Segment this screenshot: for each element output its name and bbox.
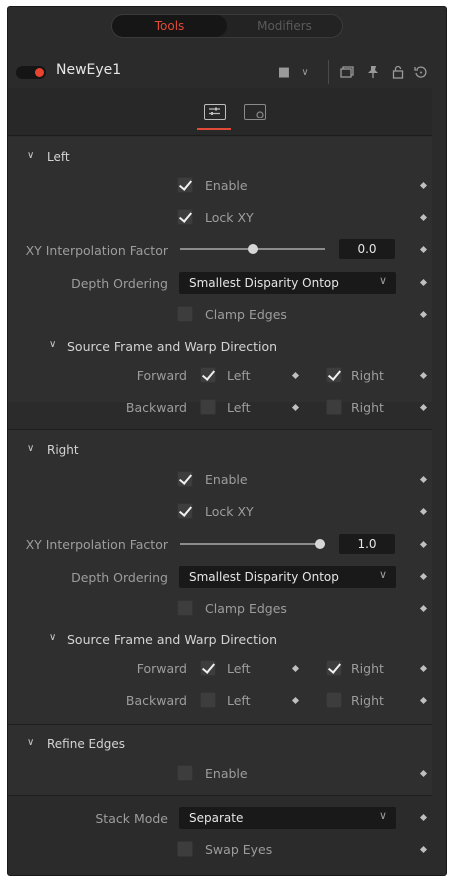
right-clamp-checkbox[interactable] [177,600,193,616]
left-section [8,137,432,402]
right-xy-label: XY Interpolation Factor [25,537,168,552]
left-clamp-checkbox[interactable] [177,306,193,322]
refine-enable-checkbox[interactable] [177,765,193,781]
chevron-down-icon[interactable]: ∨ [49,632,56,643]
right-forward-left-checkbox[interactable] [200,660,216,676]
right-xy-slider[interactable] [180,543,325,545]
active-subtab-indicator [197,128,231,130]
left-forward-left-label: Left [227,368,251,383]
left-lockxy-label: Lock XY [205,210,254,225]
right-enable-label: Enable [205,472,248,487]
right-lockxy-checkbox[interactable] [177,503,193,519]
chevron-down-icon[interactable]: ∨ [49,339,56,350]
right-backward-left-label: Left [227,693,251,708]
section-divider [8,795,432,796]
header-divider [328,60,329,84]
right-depth-label: Depth Ordering [71,570,168,585]
node-name: NewEye1 [56,62,122,78]
right-enable-checkbox[interactable] [177,471,193,487]
left-xy-slider-knob[interactable] [247,244,258,254]
settings-icon[interactable] [244,104,266,120]
left-backward-left-checkbox[interactable] [200,399,216,415]
reset-icon[interactable] [412,63,430,81]
left-xy-value[interactable]: 0.0 [339,239,395,259]
left-backward-right-label: Right [351,400,384,415]
refine-enable-label: Enable [205,766,248,781]
right-lockxy-label: Lock XY [205,504,254,519]
left-xy-label: XY Interpolation Factor [25,243,168,258]
right-backward-label: Backward [125,693,187,708]
right-backward-left-checkbox[interactable] [200,692,216,708]
controls-icon[interactable] [204,104,226,120]
section-title-left[interactable]: Left [47,150,70,164]
left-depth-value: Smallest Disparity Ontop [189,276,339,290]
chevron-down-icon: ∨ [378,809,387,822]
stack-mode-label: Stack Mode [95,811,168,826]
right-forward-right-checkbox[interactable] [326,660,342,676]
right-source-title[interactable]: Source Frame and Warp Direction [67,632,277,647]
chevron-down-icon[interactable]: ∨ [296,63,314,81]
chevron-down-icon: ∨ [378,274,387,287]
left-source-title[interactable]: Source Frame and Warp Direction [67,339,277,354]
tab-modifiers[interactable]: Modifiers [227,15,342,37]
tool-tabs: Tools Modifiers [111,14,343,38]
stack-mode-select[interactable]: Separate ∨ [179,807,396,829]
right-forward-right-label: Right [351,661,384,676]
right-backward-right-checkbox[interactable] [326,692,342,708]
right-clamp-label: Clamp Edges [205,601,287,616]
left-backward-label: Backward [125,400,187,415]
left-forward-right-label: Right [351,368,384,383]
stack-mode-value: Separate [189,811,244,825]
left-forward-left-checkbox[interactable] [200,367,216,383]
right-depth-select[interactable]: Smallest Disparity Ontop ∨ [179,566,396,588]
right-xy-value[interactable]: 1.0 [339,534,395,554]
left-enable-label: Enable [205,178,248,193]
swap-eyes-label: Swap Eyes [205,842,273,857]
lock-icon[interactable] [389,63,407,81]
left-forward-right-checkbox[interactable] [326,367,342,383]
chevron-down-icon[interactable]: ∨ [27,443,34,454]
right-xy-slider-knob[interactable] [315,539,325,549]
left-lockxy-checkbox[interactable] [177,209,193,225]
left-depth-select[interactable]: Smallest Disparity Ontop ∨ [179,272,396,294]
node-enable-toggle[interactable] [16,66,46,79]
left-depth-label: Depth Ordering [71,276,168,291]
right-depth-value: Smallest Disparity Ontop [189,570,339,584]
refine-section [8,725,432,795]
color-swatch-icon[interactable]: ■ [275,63,293,81]
chevron-down-icon[interactable]: ∨ [27,150,34,161]
left-clamp-label: Clamp Edges [205,307,287,322]
right-backward-right-label: Right [351,693,384,708]
versions-icon[interactable] [338,63,356,81]
tab-tools[interactable]: Tools [112,15,227,37]
chevron-down-icon[interactable]: ∨ [27,737,34,748]
left-backward-right-checkbox[interactable] [326,399,342,415]
section-title-right[interactable]: Right [47,443,79,457]
section-title-refine[interactable]: Refine Edges [47,737,125,751]
left-enable-checkbox[interactable] [177,177,193,193]
left-backward-left-label: Left [227,400,251,415]
right-forward-label: Forward [136,661,187,676]
swap-eyes-checkbox[interactable] [177,841,193,857]
left-forward-label: Forward [136,368,187,383]
pin-icon[interactable] [364,63,382,81]
right-forward-left-label: Left [227,661,251,676]
chevron-down-icon: ∨ [378,568,387,581]
